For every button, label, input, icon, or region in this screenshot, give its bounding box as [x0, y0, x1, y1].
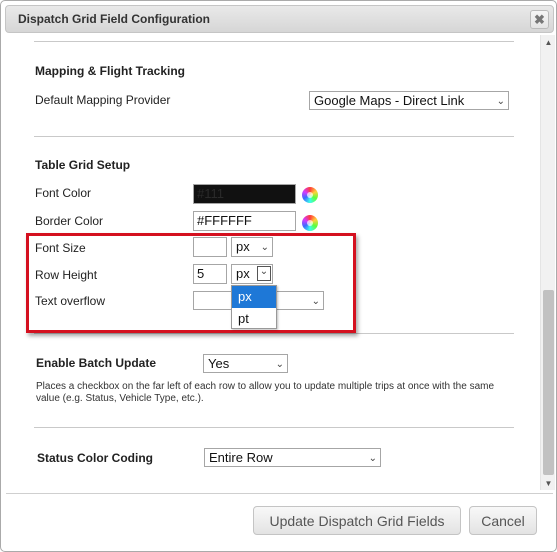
- scrollbar-thumb[interactable]: [543, 290, 554, 475]
- chevron-down-icon: ⌄: [496, 96, 505, 107]
- update-button[interactable]: Update Dispatch Grid Fields: [253, 506, 461, 535]
- chevron-down-icon: ⌄: [275, 359, 284, 370]
- mapping-provider-select[interactable]: Google Maps - Direct Link ⌄: [309, 91, 509, 110]
- divider: [34, 41, 514, 42]
- dialog-title: Dispatch Grid Field Configuration: [18, 12, 210, 26]
- close-button[interactable]: ✖: [530, 10, 549, 29]
- batch-update-value: Yes: [208, 356, 230, 371]
- cancel-button-label: Cancel: [481, 512, 525, 529]
- scroll-down-icon[interactable]: ▼: [541, 476, 556, 490]
- border-color-value: #FFFFFF: [197, 213, 252, 228]
- config-dialog: Dispatch Grid Field Configuration ✖ Mapp…: [0, 0, 557, 552]
- batch-update-select[interactable]: Yes ⌄: [203, 354, 288, 373]
- footer-divider: [6, 493, 553, 494]
- border-color-label: Border Color: [35, 214, 104, 228]
- divider: [34, 136, 514, 137]
- font-color-label: Font Color: [35, 186, 92, 200]
- divider: [34, 427, 514, 428]
- color-picker-icon[interactable]: [302, 215, 318, 231]
- status-color-value: Entire Row: [209, 450, 273, 465]
- chevron-down-icon: ⌄: [368, 453, 377, 464]
- batch-update-label: Enable Batch Update: [36, 356, 157, 370]
- dropdown-option-pt[interactable]: pt: [232, 308, 276, 330]
- mapping-section-title: Mapping & Flight Tracking: [35, 64, 185, 78]
- vertical-scrollbar[interactable]: ▲ ▼: [540, 35, 555, 490]
- unit-dropdown-list[interactable]: px pt: [231, 285, 277, 329]
- status-color-select[interactable]: Entire Row ⌄: [204, 448, 381, 467]
- close-icon: ✖: [534, 11, 545, 27]
- status-color-label: Status Color Coding: [37, 451, 153, 465]
- font-color-value: #111: [197, 186, 224, 201]
- dialog-titlebar[interactable]: Dispatch Grid Field Configuration ✖: [5, 5, 554, 33]
- divider: [34, 333, 514, 334]
- mapping-provider-label: Default Mapping Provider: [35, 93, 171, 107]
- batch-update-help: Places a checkbox on the far left of eac…: [36, 381, 495, 404]
- dropdown-option-px[interactable]: px: [232, 286, 276, 308]
- mapping-provider-value: Google Maps - Direct Link: [314, 93, 465, 108]
- border-color-input[interactable]: #FFFFFF: [193, 211, 296, 231]
- update-button-label: Update Dispatch Grid Fields: [269, 512, 445, 529]
- table-grid-section-title: Table Grid Setup: [35, 158, 131, 172]
- highlight-annotation: [26, 233, 356, 333]
- font-color-input[interactable]: #111: [193, 184, 296, 204]
- color-picker-icon[interactable]: [302, 187, 318, 203]
- scroll-up-icon[interactable]: ▲: [541, 35, 556, 49]
- cancel-button[interactable]: Cancel: [469, 506, 537, 535]
